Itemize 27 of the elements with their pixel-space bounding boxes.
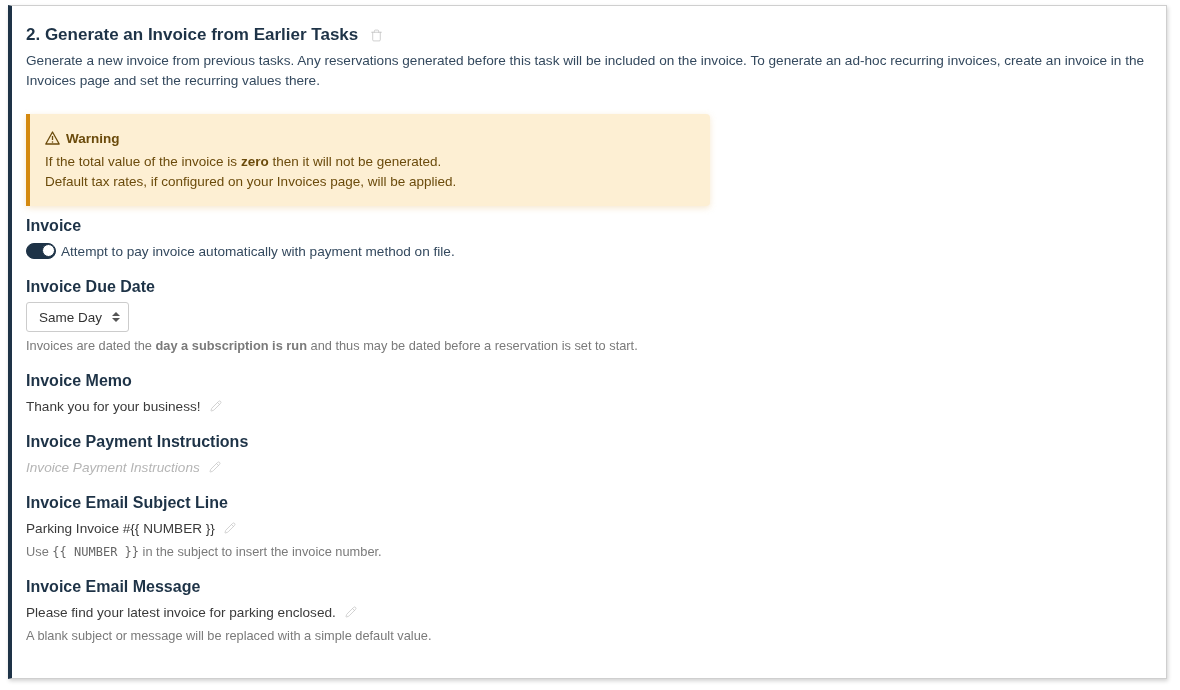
delete-icon[interactable] [370, 28, 384, 42]
sort-caret-icon [112, 312, 121, 322]
toggle-switch[interactable] [26, 243, 56, 259]
field-label: Invoice Memo [26, 371, 132, 391]
help-text: Use {{ NUMBER }} in the subject to insert the invoice number. [26, 543, 382, 561]
warning-title: Warning [66, 130, 120, 146]
editable-value[interactable]: Thank you for your business! [26, 398, 201, 414]
help-text: A blank subject or message will be replaced with a simple default value. [26, 627, 432, 645]
field-label: Invoice Payment Instructions [26, 432, 249, 452]
warning-text: Default tax rates, if configured on your Invoices page, will be applied. [45, 173, 458, 191]
toggle-label: Attempt to pay invoice automatically with payment method on file. [61, 243, 455, 259]
field-label: Invoice Email Subject Line [26, 493, 228, 513]
edit-icon[interactable] [344, 606, 357, 618]
field-label: Invoice [26, 216, 82, 236]
edit-icon[interactable] [208, 461, 221, 473]
edit-icon[interactable] [223, 522, 236, 534]
field-label: Invoice Email Message [26, 577, 201, 597]
warning-text: If the total value of the invoice is zero then it will not be generated. [45, 153, 443, 171]
editable-value[interactable]: Please find your latest invoice for parking enclosed. [26, 604, 336, 620]
edit-icon[interactable] [209, 400, 222, 412]
section-description: Generate a new invoice from previous tasks. Any reservations generated before this task will be included on the invoice. To generate an ad-hoc recurring invoices, create an invoice in the Invoices page and set the recurring values there. [26, 52, 1146, 90]
help-text: Invoices are dated the day a subscription is run and thus may be dated before a reservation is set to start. [26, 337, 638, 355]
warning-icon [45, 131, 60, 145]
editable-value[interactable]: Parking Invoice #{{ NUMBER }} [26, 520, 215, 536]
due-date-select[interactable]: Same Day [26, 302, 130, 332]
field-label: Invoice Due Date [26, 277, 155, 297]
section-title: 2. Generate an Invoice from Earlier Tasks [26, 24, 359, 46]
